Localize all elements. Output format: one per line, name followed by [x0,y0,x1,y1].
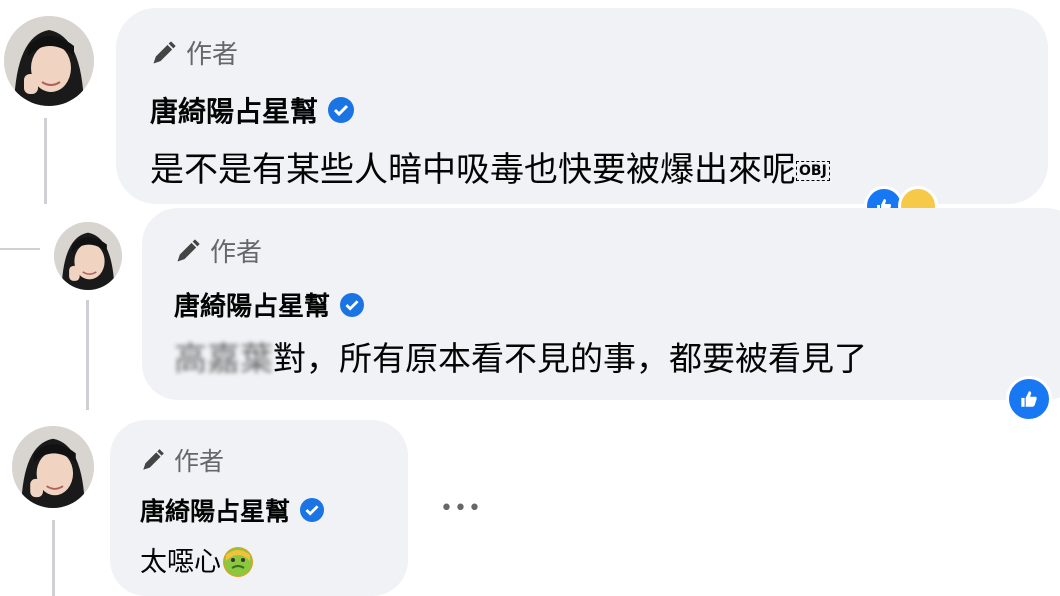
thread-line [52,520,55,596]
author-badge-label: 作者 [186,40,239,70]
comment-bubble: 作者 唐綺陽占星幫 高嘉葉對，所有原本看不見的事，都要被看見了 [142,208,1060,400]
avatar[interactable] [12,426,94,508]
pen-icon [174,237,202,265]
object-replacement-glyph: OBJ [796,161,830,181]
more-options-button[interactable]: ••• [440,496,482,521]
mention-link[interactable]: 高嘉葉 [174,339,273,378]
comment-text: 高嘉葉對，所有原本看不見的事，都要被看見了 [174,339,867,378]
thread-line [44,118,47,204]
author-badge: 作者 [140,442,224,478]
author-name[interactable]: 唐綺陽占星幫 [150,90,318,130]
avatar[interactable] [54,222,122,290]
verified-badge-icon [340,292,365,317]
comment-bubble: 作者 唐綺陽占星幫 太噁心 [110,420,408,596]
nauseated-face-emoji [223,547,253,577]
author-badge: 作者 [150,34,238,71]
reaction-summary[interactable] [1006,376,1052,422]
author-name[interactable]: 唐綺陽占星幫 [174,286,330,323]
comment-bubble: 作者 唐綺陽占星幫 是不是有某些人暗中吸毒也快要被爆出來呢 OBJ [116,8,1048,204]
author-badge-label: 作者 [174,447,225,476]
comment-text: 是不是有某些人暗中吸毒也快要被爆出來呢 OBJ [150,142,830,191]
thread-line [86,300,89,410]
comment-text: 太噁心 [140,540,253,579]
author-badge: 作者 [174,232,262,269]
verified-badge-icon [328,97,355,123]
verified-badge-icon [300,498,325,522]
pen-icon [150,39,178,67]
avatar[interactable] [4,16,94,106]
like-icon [1006,376,1052,422]
pen-icon [140,447,166,473]
author-badge-label: 作者 [210,238,263,268]
thread-line [0,248,40,250]
author-name[interactable]: 唐綺陽占星幫 [140,492,290,528]
